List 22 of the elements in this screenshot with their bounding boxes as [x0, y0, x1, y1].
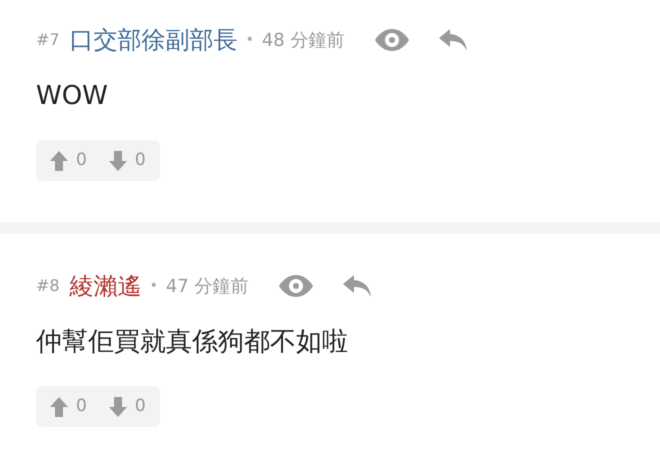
upvote-icon[interactable] — [50, 396, 68, 417]
upvote-icon[interactable] — [50, 150, 68, 171]
timestamp: 48 分鐘前 — [262, 28, 344, 52]
upvote-count: 0 — [76, 394, 87, 418]
view-icon[interactable] — [374, 29, 408, 51]
view-icon[interactable] — [278, 275, 312, 297]
downvote-count: 0 — [134, 394, 146, 418]
floor-number: #7 — [36, 29, 60, 51]
username-link[interactable]: 綾瀨遙 — [70, 268, 142, 304]
floor-number: #8 — [36, 275, 60, 297]
separator-dot: • — [150, 276, 158, 296]
reply-icon[interactable] — [438, 29, 466, 51]
downvote-icon[interactable] — [108, 150, 127, 171]
downvote-count: 0 — [134, 148, 146, 172]
username-link[interactable]: 口交部徐副部長 — [70, 22, 238, 58]
comment-text: WOW — [36, 80, 109, 113]
separator-dot: • — [246, 30, 254, 50]
reply-icon[interactable] — [342, 275, 370, 297]
comment-text: 仲幫佢買就真係狗都不如啦 — [36, 326, 349, 359]
upvote-count: 0 — [76, 148, 87, 172]
downvote-icon[interactable] — [108, 396, 127, 417]
timestamp: 47 分鐘前 — [166, 274, 248, 298]
